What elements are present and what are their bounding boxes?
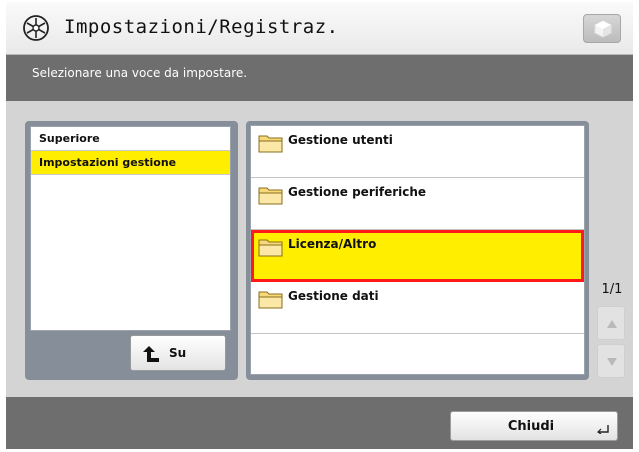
- menu-list: Gestione utenti Gestione periferiche Lic…: [250, 125, 585, 375]
- close-button-label: Chiudi: [507, 419, 555, 434]
- up-return-arrow-icon: [143, 346, 159, 362]
- list-item-label: Gestione dati: [288, 289, 379, 303]
- tree-panel: Superiore Impostazioni gestione Su: [25, 121, 238, 380]
- list-item-empty: [251, 334, 584, 386]
- page-indicator: 1/1: [601, 282, 623, 297]
- device-status-icon: [594, 20, 612, 38]
- triangle-up-icon: [607, 320, 617, 328]
- list-item-label: Gestione periferiche: [288, 185, 427, 199]
- folder-icon: [258, 187, 283, 205]
- tree-list: Superiore Impostazioni gestione: [30, 126, 231, 331]
- tree-item-superiore[interactable]: Superiore: [31, 127, 230, 151]
- menu-list-panel: Gestione utenti Gestione periferiche Lic…: [246, 121, 589, 380]
- footer-bar: Chiudi: [6, 397, 633, 449]
- triangle-down-icon: [607, 358, 617, 366]
- instruction-text: Selezionare una voce da impostare.: [32, 66, 248, 80]
- folder-icon: [258, 291, 283, 309]
- list-item-gestione-periferiche[interactable]: Gestione periferiche: [251, 178, 584, 230]
- folder-icon: [258, 239, 283, 257]
- scroll-up-button[interactable]: [597, 306, 625, 340]
- scroll-down-button[interactable]: [597, 344, 625, 378]
- tree-item-impostazioni-gestione[interactable]: Impostazioni gestione: [31, 151, 230, 175]
- settings-screen: Impostazioni/Registraz. Selezionare una …: [6, 2, 633, 449]
- page-title: Impostazioni/Registraz.: [64, 16, 339, 38]
- list-item-gestione-dati[interactable]: Gestione dati: [251, 282, 584, 334]
- enter-arrow-icon: [597, 425, 609, 434]
- up-button-label: Su: [169, 346, 187, 360]
- list-item-label: Gestione utenti: [288, 133, 393, 147]
- close-button[interactable]: Chiudi: [450, 411, 618, 441]
- folder-icon: [258, 135, 283, 153]
- settings-gear-icon: [23, 15, 49, 41]
- up-button[interactable]: Su: [130, 335, 226, 371]
- list-item-licenza-altro[interactable]: Licenza/Altro: [251, 230, 584, 282]
- device-status-button[interactable]: [583, 14, 621, 43]
- pager: 1/1: [594, 282, 630, 378]
- list-item-gestione-utenti[interactable]: Gestione utenti: [251, 126, 584, 178]
- instruction-bar: Selezionare una voce da impostare.: [6, 55, 633, 101]
- list-item-label: Licenza/Altro: [288, 237, 377, 251]
- header-bar: Impostazioni/Registraz.: [6, 2, 633, 55]
